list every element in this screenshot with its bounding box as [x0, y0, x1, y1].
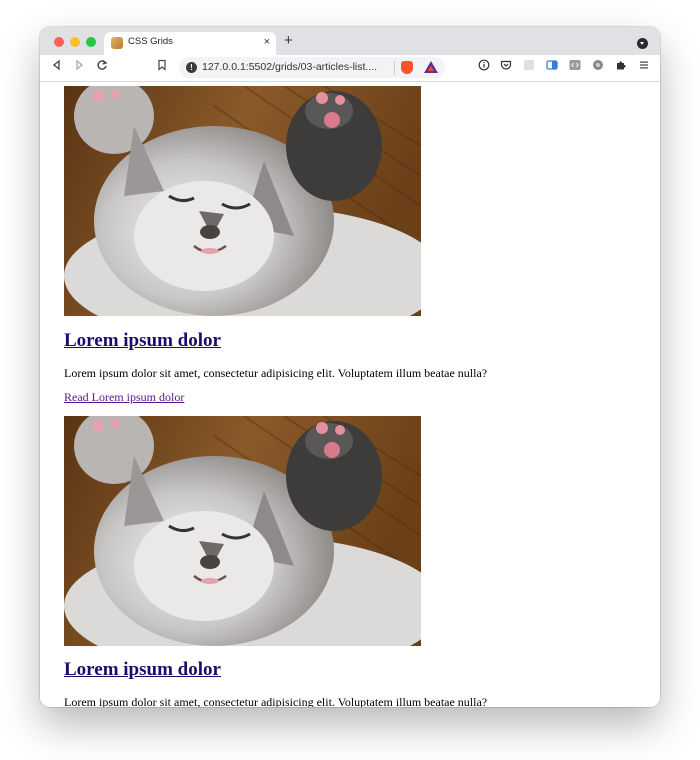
brave-shields-icon[interactable]: [401, 61, 413, 74]
article-excerpt: Lorem ipsum dolor sit amet, consectetur …: [64, 366, 488, 380]
article-image: [64, 416, 421, 646]
tab-title: CSS Grids: [128, 36, 173, 47]
cat-favicon-icon: [111, 37, 123, 49]
extensions-puzzle-icon[interactable]: [613, 59, 629, 75]
tab-close-icon[interactable]: ×: [264, 35, 270, 49]
article-image: [64, 86, 421, 316]
menu-icon[interactable]: [636, 59, 652, 75]
reader-info-icon[interactable]: [476, 59, 492, 75]
address-bar[interactable]: ! 127.0.0.1:5502/grids/03-articles-list.…: [179, 57, 445, 78]
article-excerpt: Lorem ipsum dolor sit amet, consectetur …: [64, 695, 488, 707]
address-bar-divider: [394, 61, 395, 75]
page-content[interactable]: Lorem ipsum dolor Lorem ipsum dolor sit …: [40, 82, 660, 707]
zoom-window-button[interactable]: [86, 37, 96, 47]
site-info-icon[interactable]: !: [186, 62, 197, 73]
close-window-button[interactable]: [54, 37, 64, 47]
extension-blue-icon[interactable]: [544, 59, 560, 75]
extension-round-icon[interactable]: [590, 59, 606, 75]
bookmark-icon[interactable]: [154, 59, 170, 75]
brave-rewards-icon[interactable]: [424, 61, 438, 73]
tab-search-icon[interactable]: [637, 38, 648, 49]
navigation-toolbar: ! 127.0.0.1:5502/grids/03-articles-list.…: [40, 55, 660, 82]
reload-icon[interactable]: [94, 59, 110, 75]
tab-css-grids[interactable]: CSS Grids ×: [104, 32, 276, 55]
browser-window: CSS Grids × + ! 127.0.0.1:5502/grids/03-…: [40, 27, 660, 707]
extension-grey-icon[interactable]: [521, 59, 537, 75]
new-tab-button[interactable]: +: [284, 32, 293, 50]
pocket-icon[interactable]: [498, 59, 514, 75]
devtools-code-icon[interactable]: [567, 59, 583, 75]
read-more-link[interactable]: Read Lorem ipsum dolor: [64, 390, 184, 405]
tab-strip: CSS Grids × +: [40, 27, 660, 55]
article-title-link[interactable]: Lorem ipsum dolor: [64, 659, 221, 681]
minimize-window-button[interactable]: [70, 37, 80, 47]
back-icon[interactable]: [49, 59, 65, 75]
url-text: 127.0.0.1:5502/grids/03-articles-list...…: [202, 61, 378, 73]
article-title-link[interactable]: Lorem ipsum dolor: [64, 330, 221, 352]
forward-icon[interactable]: [71, 59, 87, 75]
